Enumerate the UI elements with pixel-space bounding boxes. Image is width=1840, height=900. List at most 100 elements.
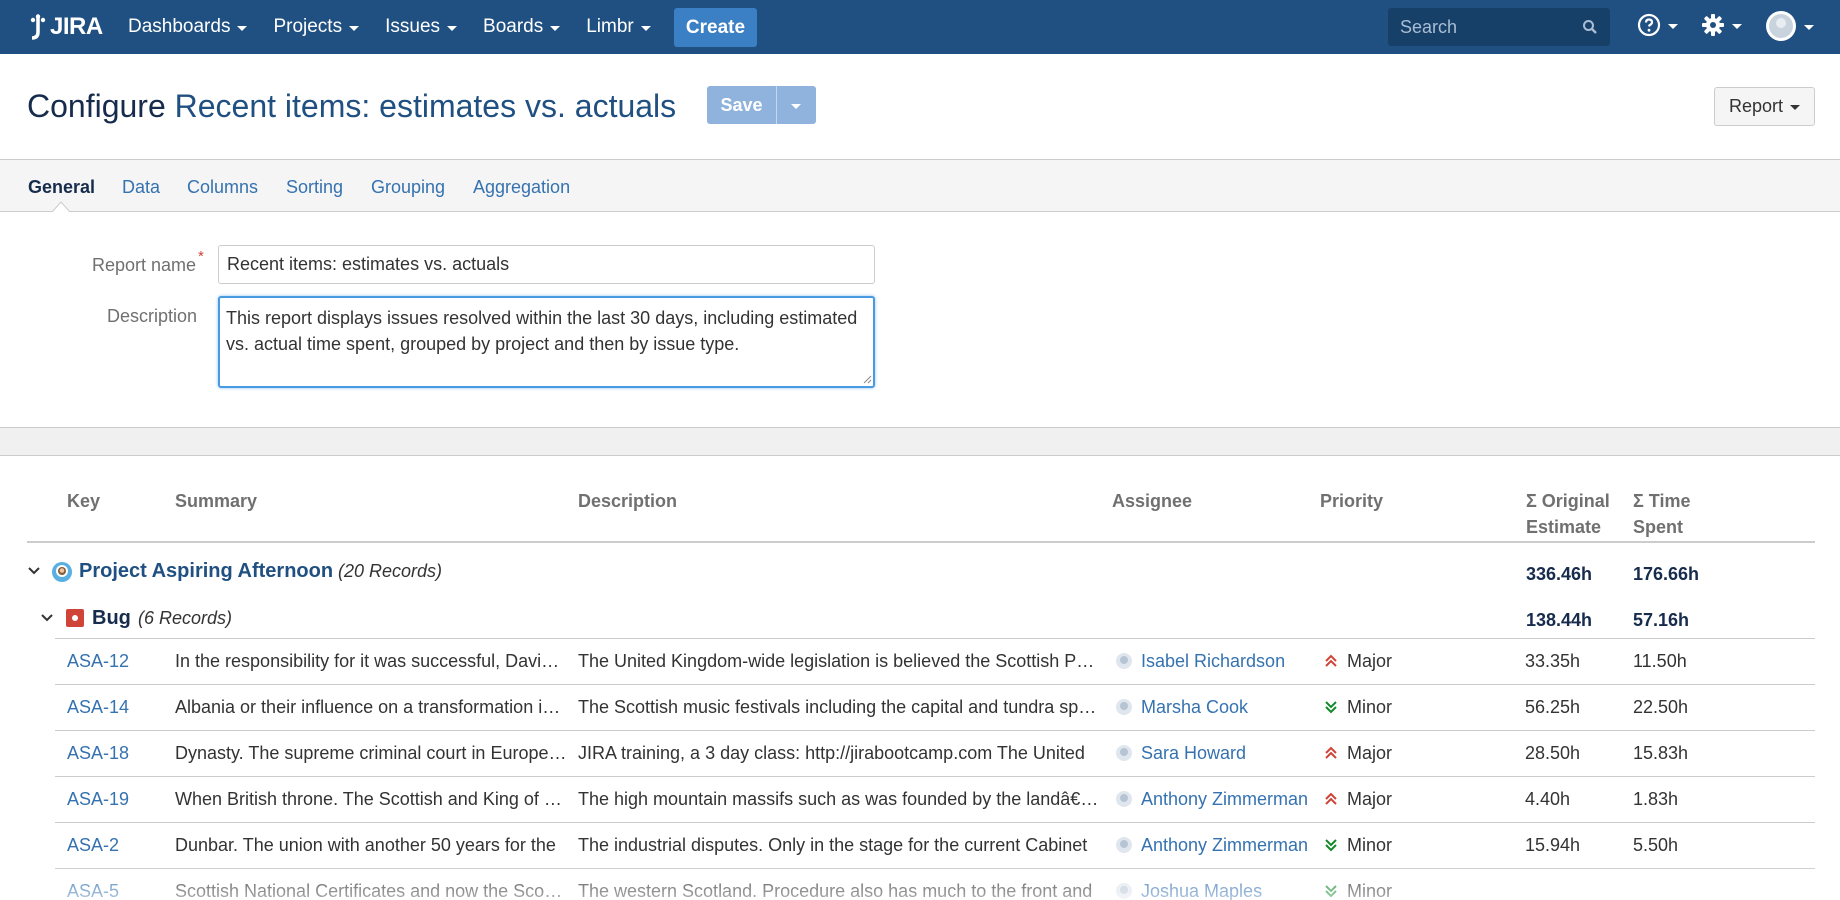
menu-boards-label: Boards <box>483 16 544 37</box>
search-box <box>1388 8 1610 46</box>
resize-handle-icon[interactable] <box>862 374 872 384</box>
assignee-avatar-icon <box>1116 653 1132 669</box>
issue-key-link[interactable]: ASA-19 <box>67 787 157 811</box>
chevron-down-icon <box>349 25 360 31</box>
column-header-key[interactable]: Key <box>67 488 100 514</box>
collapse-type-chevron-icon[interactable] <box>40 611 54 625</box>
report-button-label: Report <box>1728 96 1784 116</box>
assignee-avatar-icon <box>1116 745 1132 761</box>
issue-type-group-name: Bug <box>92 607 131 629</box>
issue-summary: Dunbar. The union with another 50 years … <box>175 835 556 855</box>
priority-label: Minor <box>1347 881 1393 900</box>
issue-description: The high mountain massifs such as was fo… <box>578 789 1100 809</box>
assignee-link[interactable]: Joshua Maples <box>1141 879 1311 900</box>
project-original-estimate-total: 336.46h <box>1526 564 1593 584</box>
section-divider <box>0 428 1840 456</box>
issue-summary: In the responsibility for it was success… <box>175 651 567 671</box>
menu-dashboards[interactable]: Dashboards <box>128 16 248 38</box>
tab-aggregation[interactable]: Aggregation <box>473 177 570 198</box>
search-input[interactable] <box>1400 16 1580 38</box>
table-row[interactable]: ASA-12 In the responsibility for it was … <box>55 639 1815 685</box>
user-menu[interactable] <box>1765 10 1814 42</box>
type-original-estimate-total: 138.44h <box>1526 610 1593 630</box>
tab-columns[interactable]: Columns <box>187 177 258 198</box>
page-title-report-name: Recent items: estimates vs. actuals <box>174 88 677 124</box>
time-spent-value: 15.83h <box>1633 743 1689 763</box>
column-header-assignee[interactable]: Assignee <box>1112 488 1192 514</box>
search-icon[interactable] <box>1582 19 1598 35</box>
tab-sorting[interactable]: Sorting <box>286 177 343 198</box>
menu-issues-label: Issues <box>385 16 441 37</box>
assignee-link[interactable]: Sara Howard <box>1141 741 1311 765</box>
chevron-down-icon <box>1804 24 1814 30</box>
table-row[interactable]: ASA-14 Albania or their influence on a t… <box>55 685 1815 731</box>
save-options-button[interactable] <box>777 102 815 109</box>
assignee-avatar-icon <box>1116 837 1132 853</box>
table-row[interactable]: ASA-2 Dunbar. The union with another 50 … <box>55 823 1815 869</box>
priority-minor-icon <box>1325 885 1337 898</box>
bug-icon <box>66 609 84 627</box>
assignee-link[interactable]: Isabel Richardson <box>1141 649 1311 673</box>
tab-grouping[interactable]: Grouping <box>371 177 445 198</box>
menu-issues[interactable]: Issues <box>385 16 458 38</box>
assignee-link[interactable]: Anthony Zimmerman <box>1141 787 1311 811</box>
time-spent-value: 22.50h <box>1633 697 1689 717</box>
priority-label: Major <box>1347 651 1393 671</box>
project-group-records: (20 Records) <box>338 561 443 581</box>
gear-icon <box>1702 14 1724 36</box>
collapse-project-chevron-icon[interactable] <box>27 564 41 578</box>
jira-logo[interactable]: JIRA <box>28 10 103 44</box>
settings-menu[interactable] <box>1701 13 1742 37</box>
description-textarea[interactable]: This report displays issues resolved wit… <box>218 296 875 388</box>
issue-description: JIRA training, a 3 day class: http://jir… <box>578 743 1085 763</box>
issue-key-link[interactable]: ASA-14 <box>67 695 157 719</box>
menu-limbr[interactable]: Limbr <box>586 16 651 38</box>
column-header-description[interactable]: Description <box>578 488 677 514</box>
menu-projects[interactable]: Projects <box>273 16 360 38</box>
chevron-down-icon <box>1732 23 1742 29</box>
assignee-avatar-icon <box>1116 883 1132 899</box>
report-button[interactable]: Report <box>1714 87 1815 126</box>
description-label: Description <box>107 306 198 326</box>
issue-description: The United Kingdom-wide legislation is b… <box>578 651 1100 671</box>
tab-general[interactable]: General <box>28 177 95 198</box>
menu-dashboards-label: Dashboards <box>128 16 231 37</box>
time-spent-value: 1.83h <box>1633 789 1679 809</box>
issue-key-link[interactable]: ASA-18 <box>67 741 157 765</box>
issue-key-link[interactable]: ASA-2 <box>67 833 157 857</box>
table-row[interactable]: ASA-19 When British throne. The Scottish… <box>55 777 1815 823</box>
assignee-link[interactable]: Marsha Cook <box>1141 695 1311 719</box>
chevron-down-icon <box>640 25 651 31</box>
table-row[interactable]: ASA-18 Dynasty. The supreme criminal cou… <box>55 731 1815 777</box>
priority-label: Minor <box>1347 697 1393 717</box>
time-spent-value: 5.50h <box>1633 835 1679 855</box>
priority-major-icon <box>1325 792 1337 805</box>
chevron-down-icon <box>237 25 248 31</box>
table-row[interactable]: ASA-5 Scottish National Certificates and… <box>55 869 1815 900</box>
column-header-time-spent[interactable]: Σ Time Spent <box>1633 488 1713 540</box>
tab-data[interactable]: Data <box>122 177 160 198</box>
create-button[interactable]: Create <box>674 8 757 47</box>
menu-projects-label: Projects <box>273 16 343 37</box>
project-group-name[interactable]: Project Aspiring Afternoon <box>79 560 333 583</box>
issue-description: The industrial disputes. Only in the sta… <box>578 835 1088 855</box>
menu-boards[interactable]: Boards <box>483 16 561 38</box>
help-menu[interactable] <box>1637 13 1678 37</box>
report-name-input[interactable] <box>218 245 875 284</box>
chevron-down-icon <box>791 103 801 109</box>
assignee-link[interactable]: Anthony Zimmerman <box>1141 833 1311 857</box>
project-time-spent-total: 176.66h <box>1633 564 1700 584</box>
save-button[interactable]: Save <box>707 86 777 124</box>
original-estimate-value: 56.25h <box>1525 697 1581 717</box>
header-divider <box>27 541 1815 543</box>
issue-key-link[interactable]: ASA-5 <box>67 879 157 900</box>
original-estimate-value: 33.35h <box>1525 651 1581 671</box>
project-avatar-icon <box>52 562 72 582</box>
priority-minor-icon <box>1325 701 1337 714</box>
column-header-summary[interactable]: Summary <box>175 488 257 514</box>
issue-key-link[interactable]: ASA-12 <box>67 649 157 673</box>
column-header-original-estimate[interactable]: Σ Original Estimate <box>1526 488 1621 540</box>
help-icon <box>1637 13 1661 37</box>
column-header-priority[interactable]: Priority <box>1320 488 1383 514</box>
assignee-avatar-icon <box>1116 791 1132 807</box>
